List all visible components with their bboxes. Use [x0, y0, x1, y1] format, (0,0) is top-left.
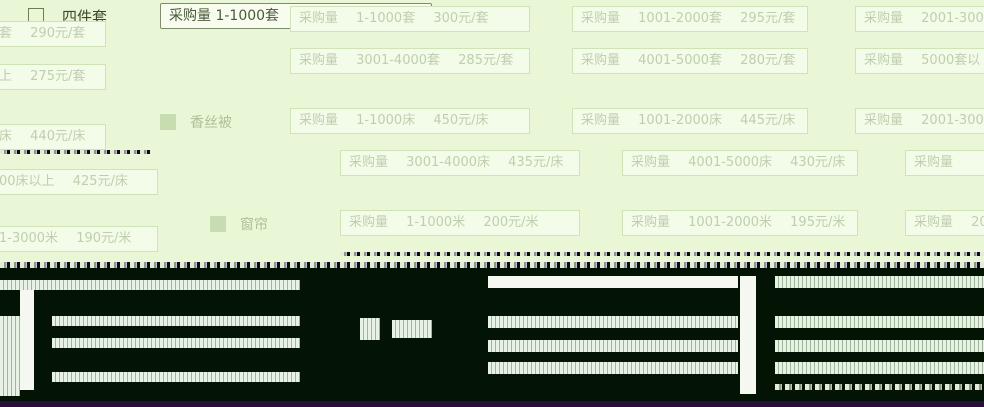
- product-name-silk-quilt: 香丝被: [160, 113, 232, 133]
- tier-label: 采购量: [914, 155, 954, 170]
- tier-qty: 1-1000床: [356, 113, 416, 128]
- tier-qty: 20: [971, 215, 984, 230]
- glitch-block: [20, 290, 34, 390]
- tier-qty: 上: [0, 69, 13, 84]
- tier-qty: 1001-2000套: [638, 11, 723, 26]
- price-tier[interactable]: 采购量 4001-5000套 280元/套: [572, 48, 808, 74]
- tier-qty: 4001-5000床: [688, 155, 773, 170]
- price-tier[interactable]: 00床以上 425元/床: [0, 169, 158, 195]
- glitch-block: [775, 316, 984, 328]
- price-tier[interactable]: 采购量 1001-2000床 445元/床: [572, 108, 808, 134]
- tier-price: 285元/套: [458, 53, 514, 68]
- tier-label: 采购量: [581, 11, 621, 26]
- tier-qty: 2001-300: [921, 113, 984, 128]
- glitch-block: [360, 318, 380, 340]
- tier-price: 435元/床: [508, 155, 564, 170]
- price-tier[interactable]: 采购量 4001-5000床 430元/床: [622, 150, 858, 176]
- tier-label: 采购量: [631, 215, 671, 230]
- tier-qty: 3001-4000床: [406, 155, 491, 170]
- price-tier[interactable]: 上 275元/套: [0, 64, 106, 90]
- tier-price: 425元/床: [72, 174, 128, 189]
- tier-qty: 1-1000套: [356, 11, 416, 26]
- glitch-strip: [775, 384, 984, 390]
- glitch-block: [488, 340, 738, 352]
- tier-price: 200元/米: [483, 215, 539, 230]
- tier-price: 190元/米: [76, 231, 132, 246]
- tier-price: 275元/套: [30, 69, 86, 84]
- glitch-block: [488, 316, 738, 328]
- glitch-block: [488, 276, 738, 288]
- tier-qty: 4001-5000套: [638, 53, 723, 68]
- tier-qty: 套: [0, 26, 13, 41]
- glitch-block: [0, 280, 300, 290]
- glitch-block: [775, 362, 984, 374]
- tier-label: 采购量: [631, 155, 671, 170]
- product-name-curtain: 窗帘: [210, 215, 268, 235]
- tier-label: 采购量: [349, 215, 389, 230]
- tier-label: 采购量: [864, 113, 904, 128]
- tier-qty: 1-1000米: [406, 215, 466, 230]
- tier-label: 采购量: [581, 53, 621, 68]
- glitch-block: [775, 276, 984, 288]
- tier-qty: 床: [0, 129, 13, 144]
- glitch-block: [52, 316, 300, 326]
- price-tier[interactable]: 采购量: [905, 150, 984, 176]
- glitch-strip: [340, 252, 984, 256]
- tier-qty: 3001-4000套: [356, 53, 441, 68]
- price-tier[interactable]: 采购量 1-1000套 300元/套: [290, 6, 530, 32]
- product-icon: [28, 8, 44, 22]
- tier-qty: 1001-2000床: [638, 113, 723, 128]
- tier-qty: 1-3000米: [0, 231, 59, 246]
- price-tier[interactable]: 采购量 1-1000米 200元/米: [340, 210, 580, 236]
- curtain-icon: [210, 216, 226, 232]
- price-tier[interactable]: 采购量 3001-4000床 435元/床: [340, 150, 580, 176]
- glitch-block: [775, 340, 984, 352]
- quilt-icon: [160, 114, 176, 130]
- glitch-block: [52, 338, 300, 348]
- price-tier[interactable]: 采购量 1001-2000米 195元/米: [622, 210, 858, 236]
- glitch-block: [488, 362, 738, 374]
- glitch-strip: [0, 150, 150, 154]
- price-tier[interactable]: 采购量 1001-2000套 295元/套: [572, 6, 808, 32]
- bottom-bar: [0, 401, 984, 407]
- tier-label: 采购量: [864, 53, 904, 68]
- tier-label: 采购量: [581, 113, 621, 128]
- tier-price: 440元/床: [30, 129, 86, 144]
- price-tier[interactable]: 采购量 2001-300: [855, 108, 984, 134]
- price-tier[interactable]: 套 290元/套: [0, 21, 106, 47]
- tier-price: 295元/套: [740, 11, 796, 26]
- tier-price: 300元/套: [433, 11, 489, 26]
- tier-label: 采购量: [914, 215, 954, 230]
- tier-qty: 2001-3000: [921, 11, 984, 26]
- tier-price: 430元/床: [790, 155, 846, 170]
- price-tier[interactable]: 采购量 5000套以: [855, 48, 984, 74]
- glitch-strip: [0, 262, 984, 268]
- tier-label: 采购量: [299, 113, 339, 128]
- price-tier[interactable]: 采购量 2001-3000: [855, 6, 984, 32]
- glitch-block: [52, 372, 300, 382]
- price-tier[interactable]: 采购量 3001-4000套 285元/套: [290, 48, 530, 74]
- tier-qty: 5000套以: [921, 53, 981, 68]
- price-tier[interactable]: 采购量 1-1000床 450元/床: [290, 108, 530, 134]
- tier-qty: 1001-2000米: [688, 215, 773, 230]
- tier-label: 采购量: [299, 53, 339, 68]
- glitch-block: [392, 320, 432, 338]
- tier-price: 450元/床: [433, 113, 489, 128]
- tier-price: 445元/床: [740, 113, 796, 128]
- glitch-block: [0, 316, 20, 396]
- tier-label: 采购量: [349, 155, 389, 170]
- tier-price: 280元/套: [740, 53, 796, 68]
- glitch-block: [740, 276, 756, 394]
- tier-label: 采购量: [864, 11, 904, 26]
- price-tier[interactable]: 1-3000米 190元/米: [0, 226, 158, 252]
- tier-label: 采购量: [299, 11, 339, 26]
- tier-qty: 00床以上: [0, 174, 55, 189]
- tier-price: 195元/米: [790, 215, 846, 230]
- price-tier[interactable]: 床 440元/床: [0, 124, 106, 150]
- tier-price: 290元/套: [30, 26, 86, 41]
- price-tier[interactable]: 采购量 20: [905, 210, 984, 236]
